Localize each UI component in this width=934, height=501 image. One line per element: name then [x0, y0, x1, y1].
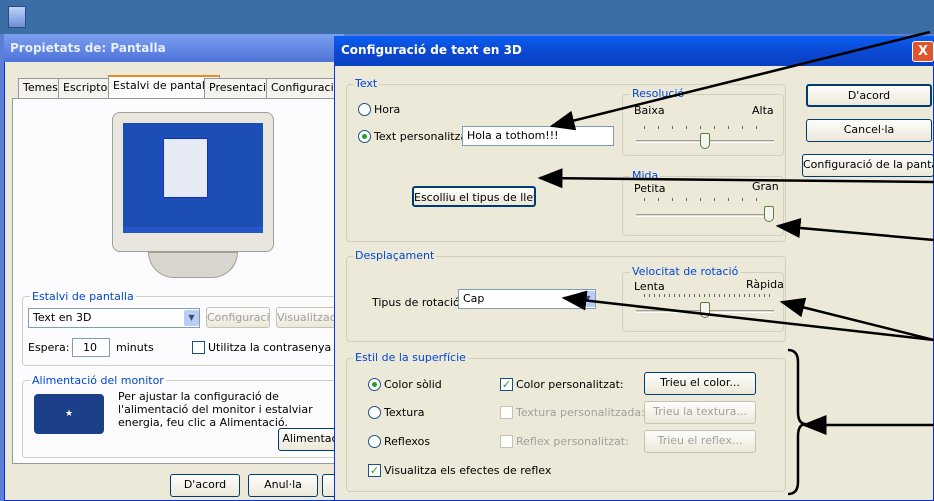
annotation-arrow: [779, 297, 934, 342]
annotation-arrow: [537, 168, 934, 189]
annotation-arrow: [561, 290, 934, 342]
annotation-arrow: [775, 218, 934, 242]
annotation-arrow: [549, 30, 931, 131]
annotation-bracket: [787, 348, 807, 496]
annotation-overlay: [537, 30, 934, 496]
